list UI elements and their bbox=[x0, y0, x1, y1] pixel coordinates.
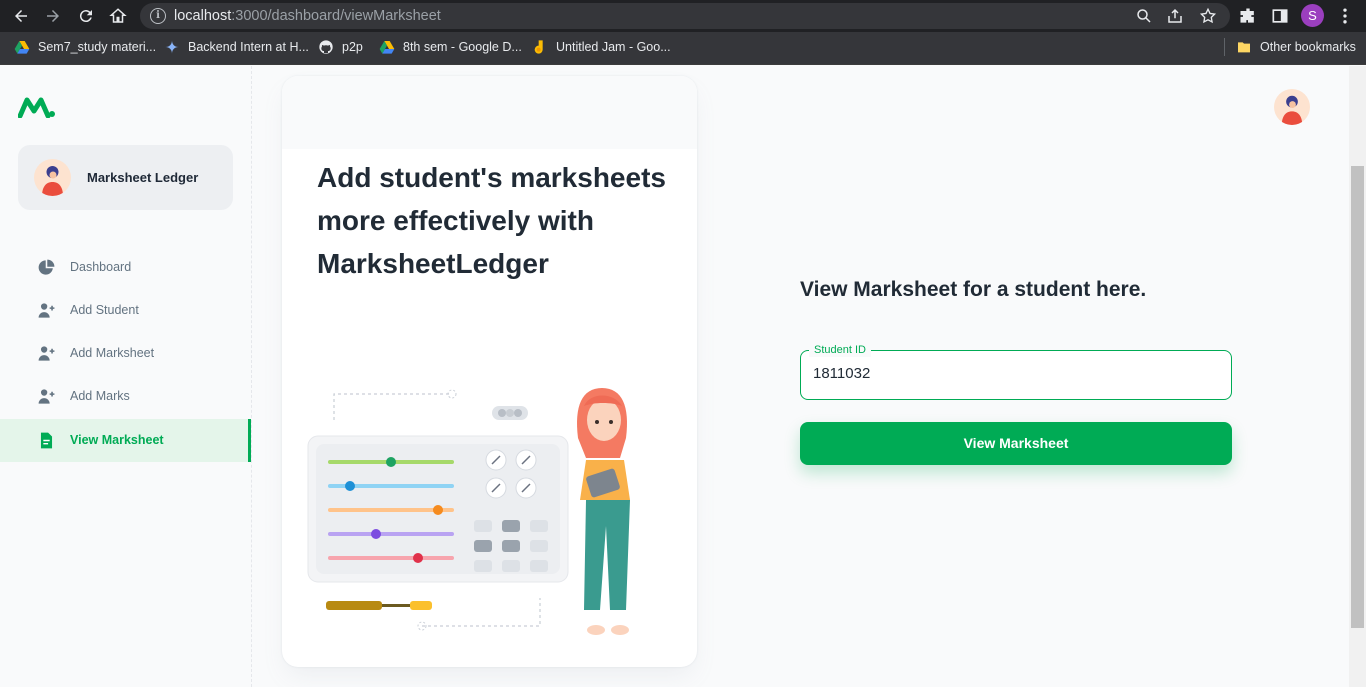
person-add-icon bbox=[38, 389, 55, 404]
pie-chart-icon bbox=[38, 259, 55, 275]
file-text-icon bbox=[40, 432, 53, 449]
sidebar-item-label: Add Marks bbox=[70, 389, 130, 403]
sidebar: Marksheet Ledger Dashboard Add Student A… bbox=[0, 66, 252, 687]
hero-card-header bbox=[282, 76, 697, 149]
back-icon[interactable] bbox=[10, 5, 32, 27]
person-add-icon bbox=[38, 303, 55, 318]
sidebar-item-add-marksheet[interactable]: Add Marksheet bbox=[0, 332, 251, 375]
bookmark-item[interactable]: Backend Intern at H... bbox=[164, 38, 309, 56]
profile-avatar[interactable]: S bbox=[1301, 4, 1324, 27]
url-host: localhost bbox=[174, 8, 232, 24]
side-panel-icon[interactable] bbox=[1270, 6, 1290, 26]
dashboard-illustration bbox=[307, 388, 630, 635]
bookmark-label: Untitled Jam - Goo... bbox=[556, 40, 671, 54]
forward-icon[interactable] bbox=[42, 5, 64, 27]
share-icon[interactable] bbox=[1166, 7, 1184, 25]
sidebar-item-add-student[interactable]: Add Student bbox=[0, 289, 251, 332]
bookmark-item[interactable]: Sem7_study materi... bbox=[14, 38, 156, 56]
bookmark-item[interactable]: p2p bbox=[318, 38, 363, 56]
folder-icon bbox=[1238, 42, 1250, 53]
url-path: :3000/dashboard/viewMarksheet bbox=[231, 8, 441, 24]
zoom-icon[interactable] bbox=[1135, 7, 1153, 25]
url-text[interactable]: localhost:3000/dashboard/viewMarksheet bbox=[174, 8, 441, 24]
student-id-label: Student ID bbox=[809, 343, 871, 357]
sidebar-item-label: Dashboard bbox=[70, 260, 132, 274]
scrollbar-thumb[interactable] bbox=[1351, 166, 1364, 628]
avatar bbox=[1281, 95, 1303, 125]
github-icon bbox=[319, 40, 333, 54]
bookmark-label: Sem7_study materi... bbox=[38, 40, 157, 54]
bookmark-label: 8th sem - Google D... bbox=[403, 40, 522, 54]
other-bookmarks-label: Other bookmarks bbox=[1260, 40, 1356, 54]
sidebar-item-label: Add Student bbox=[70, 303, 139, 317]
active-indicator bbox=[248, 419, 251, 462]
bookmark-item[interactable]: 8th sem - Google D... bbox=[379, 38, 522, 56]
hero-title: Add student's marksheets more effectivel… bbox=[317, 162, 666, 279]
hero-card: Add student's marksheets more effectivel… bbox=[282, 76, 697, 667]
sidebar-item-view-marksheet[interactable]: View Marksheet bbox=[0, 419, 251, 462]
sidebar-item-add-marks[interactable]: Add Marks bbox=[0, 375, 251, 418]
site-info-icon[interactable]: i bbox=[150, 8, 166, 24]
sidebar-item-dashboard[interactable]: Dashboard bbox=[0, 246, 251, 289]
account-name: Marksheet Ledger bbox=[87, 170, 199, 185]
more-menu-icon[interactable] bbox=[1335, 6, 1355, 26]
student-id-input[interactable] bbox=[813, 365, 1213, 382]
sparkle-icon bbox=[165, 40, 179, 54]
view-marksheet-form: View Marksheet for a student here. Stude… bbox=[800, 66, 1232, 687]
sidebar-item-label: Add Marksheet bbox=[70, 346, 155, 360]
bookmarks-divider bbox=[1224, 38, 1225, 56]
account-avatar-button[interactable] bbox=[1274, 89, 1310, 125]
bookmark-item[interactable]: Untitled Jam - Goo... bbox=[532, 38, 671, 56]
form-title: View Marksheet for a student here. bbox=[800, 278, 1147, 301]
address-bar[interactable]: i localhost:3000/dashboard/viewMarksheet bbox=[140, 3, 1230, 29]
sidebar-item-label: View Marksheet bbox=[70, 433, 164, 447]
star-icon[interactable] bbox=[1199, 7, 1217, 25]
browser-toolbar: i localhost:3000/dashboard/viewMarksheet… bbox=[0, 0, 1366, 32]
bookmark-label: p2p bbox=[342, 40, 363, 54]
view-marksheet-button[interactable]: View Marksheet bbox=[800, 422, 1232, 465]
app-page: Marksheet Ledger Dashboard Add Student A… bbox=[0, 66, 1366, 687]
other-bookmarks[interactable]: Other bookmarks bbox=[1236, 38, 1356, 56]
google-drive-icon bbox=[14, 41, 30, 54]
app-logo[interactable] bbox=[18, 96, 56, 118]
person-add-icon bbox=[38, 346, 55, 361]
bookmark-label: Backend Intern at H... bbox=[188, 40, 309, 54]
reload-icon[interactable] bbox=[75, 5, 97, 27]
jamboard-icon bbox=[534, 40, 543, 54]
account-card[interactable]: Marksheet Ledger bbox=[18, 145, 233, 210]
home-icon[interactable] bbox=[107, 5, 129, 27]
avatar bbox=[34, 159, 71, 196]
extensions-icon[interactable] bbox=[1238, 6, 1258, 26]
student-id-field[interactable]: Student ID bbox=[800, 343, 1232, 400]
google-drive-icon bbox=[379, 41, 395, 54]
